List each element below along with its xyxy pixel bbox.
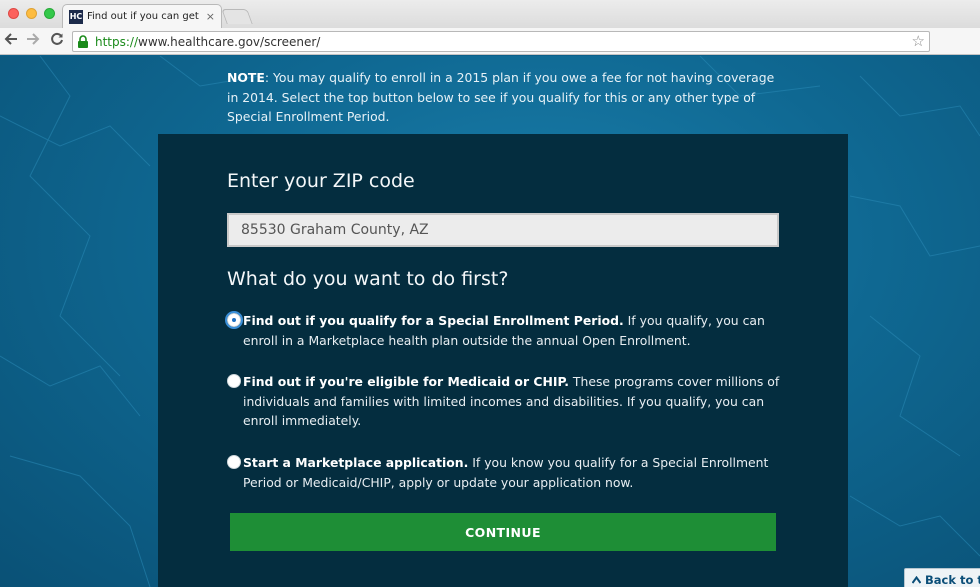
back-to-top-label: Back to to <box>925 573 980 587</box>
zip-code-input[interactable] <box>227 213 779 247</box>
page-background: NOTE: You may qualify to enroll in a 201… <box>0 56 980 587</box>
browser-toolbar: https://www.healthcare.gov/screener/ ☆ O <box>0 28 980 76</box>
back-to-top-button[interactable]: Back to to <box>904 568 980 587</box>
maximize-window-button[interactable] <box>44 8 55 19</box>
continue-button[interactable]: CONTINUE <box>230 513 776 551</box>
lock-icon <box>78 34 88 48</box>
option-text: Find out if you're eligible for Medicaid… <box>243 374 780 428</box>
url-text: https://www.healthcare.gov/screener/ <box>95 34 321 49</box>
browser-tab[interactable]: HC Find out if you can get 2015 × <box>62 4 222 28</box>
minimize-window-button[interactable] <box>26 8 37 19</box>
close-window-button[interactable] <box>8 8 19 19</box>
new-tab-button[interactable] <box>221 9 253 24</box>
star-icon[interactable]: ☆ <box>912 32 925 50</box>
option-text: Find out if you qualify for a Special En… <box>243 313 765 348</box>
option-text: Start a Marketplace application. If you … <box>243 455 769 490</box>
radio-special-enrollment[interactable] <box>225 311 243 329</box>
radio-medicaid-chip[interactable] <box>227 374 241 388</box>
question-heading: What do you want to do first? <box>227 268 509 290</box>
note-text: : You may qualify to enroll in a 2015 pl… <box>227 70 775 124</box>
zip-label: Enter your ZIP code <box>227 170 415 192</box>
radio-marketplace-application[interactable] <box>227 455 241 469</box>
forward-arrow-icon[interactable] <box>26 32 40 50</box>
reload-icon[interactable] <box>50 32 64 50</box>
note-label: NOTE <box>227 70 265 85</box>
option-medicaid-chip[interactable]: Find out if you're eligible for Medicaid… <box>227 372 787 431</box>
back-arrow-icon[interactable] <box>4 32 18 50</box>
address-bar[interactable]: https://www.healthcare.gov/screener/ ☆ <box>72 31 930 52</box>
enrollment-note: NOTE: You may qualify to enroll in a 201… <box>227 68 787 127</box>
tab-close-icon[interactable]: × <box>206 10 215 23</box>
screener-panel: Enter your ZIP code What do you want to … <box>158 134 848 587</box>
tab-title: Find out if you can get 2015 <box>87 11 202 22</box>
caret-up-icon <box>911 575 922 584</box>
healthcare-favicon-icon: HC <box>69 9 83 24</box>
window-titlebar: HC Find out if you can get 2015 × <box>0 0 980 28</box>
option-special-enrollment[interactable]: Find out if you qualify for a Special En… <box>225 311 787 350</box>
option-marketplace-application[interactable]: Start a Marketplace application. If you … <box>227 453 787 492</box>
